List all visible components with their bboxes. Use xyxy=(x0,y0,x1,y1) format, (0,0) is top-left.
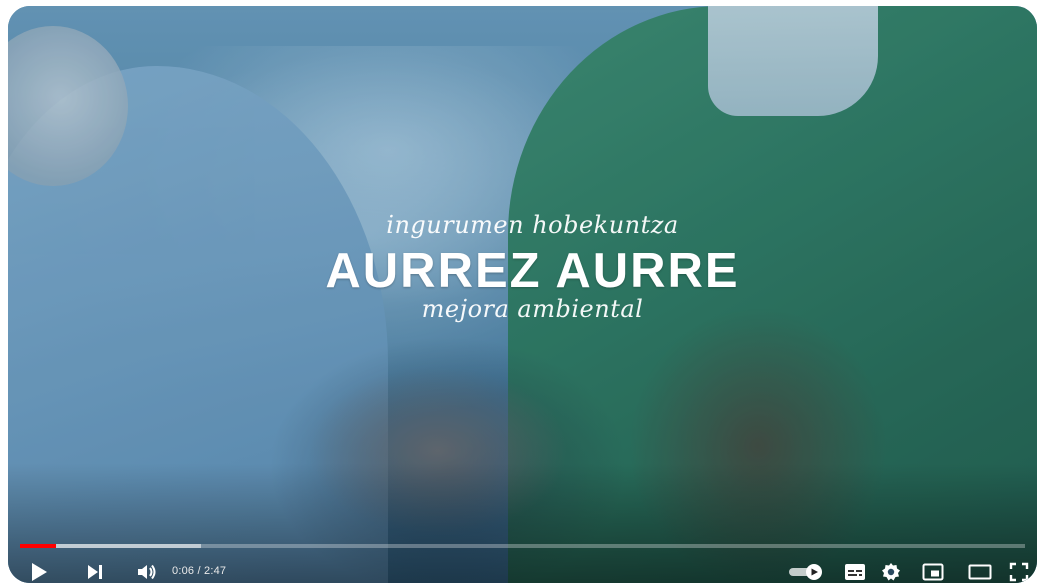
video-title-overlay: ingurumen hobekuntza AURREZ AURRE mejora… xyxy=(8,211,1037,323)
time-separator: / xyxy=(197,565,201,577)
volume-icon xyxy=(137,563,157,581)
video-player[interactable]: ingurumen hobekuntza AURREZ AURRE mejora… xyxy=(8,6,1037,583)
overlay-title: AURREZ AURRE xyxy=(325,244,740,298)
fullscreen-icon xyxy=(1009,562,1029,582)
play-button[interactable] xyxy=(24,558,54,583)
progress-bar[interactable] xyxy=(20,544,1025,548)
settings-icon xyxy=(881,562,901,582)
autoplay-toggle[interactable] xyxy=(784,558,828,583)
subtitles-icon xyxy=(844,563,866,581)
progress-played xyxy=(20,544,57,548)
subtitles-button[interactable] xyxy=(838,558,872,583)
next-button[interactable] xyxy=(80,558,110,583)
theater-mode-icon xyxy=(968,564,992,580)
player-controls: 0:06 / 2:47 xyxy=(8,554,1037,583)
overlay-top-line: ingurumen hobekuntza xyxy=(386,211,679,239)
time-display: 0:06 / 2:47 xyxy=(172,565,226,577)
autoplay-toggle-icon xyxy=(787,562,825,582)
settings-button[interactable] xyxy=(874,558,908,583)
miniplayer-button[interactable] xyxy=(916,558,950,583)
current-time: 0:06 xyxy=(172,565,195,577)
fullscreen-button[interactable] xyxy=(1004,558,1034,583)
duration: 2:47 xyxy=(204,565,227,577)
theater-mode-button[interactable] xyxy=(962,558,998,583)
next-icon xyxy=(86,563,104,581)
play-icon xyxy=(30,562,48,582)
miniplayer-icon xyxy=(922,563,944,581)
volume-button[interactable] xyxy=(132,558,162,583)
overlay-bottom-line: mejora ambiental xyxy=(421,295,644,323)
